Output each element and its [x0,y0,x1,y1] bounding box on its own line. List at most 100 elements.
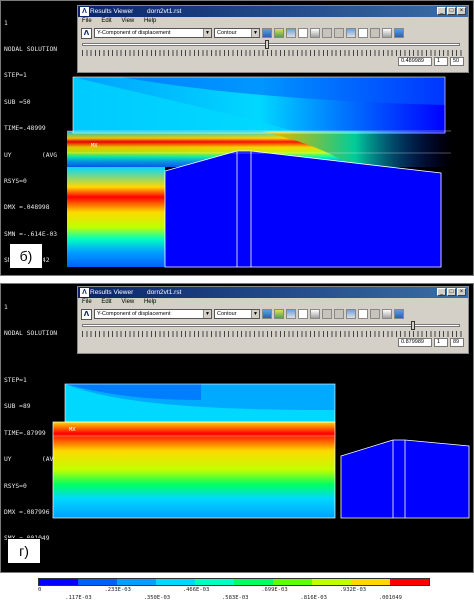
mx-marker: MX [69,427,76,433]
image-icon[interactable] [346,28,356,38]
panel-label-bottom: г) [7,538,41,564]
window-title: Results Viewer [90,289,134,296]
legend-label: .350E-03 [143,595,171,601]
time-readout: 0.879989 1 89 [78,338,468,347]
toolbar: Λ Y-Component of displacement ▼ Contour … [78,26,468,40]
legend-swatch [78,579,117,585]
window-titlebar[interactable]: Λ Results Viewer dorn2vt1.rst _ □ × [78,287,468,298]
minimize-icon[interactable]: _ [437,288,446,296]
slider-track [82,324,460,327]
menu-help[interactable]: Help [144,18,156,24]
report-icon[interactable] [394,309,404,319]
time-value-field[interactable]: 0.489989 [398,57,432,66]
slider-track [82,43,460,46]
maximize-icon[interactable]: □ [447,7,456,15]
result-item-select[interactable]: Y-Component of displacement ▼ [94,28,212,38]
menu-file[interactable]: File [82,18,92,24]
maximize-icon[interactable]: □ [447,288,456,296]
set-value-field[interactable]: 1 [434,57,448,66]
results-panel-top: 1 NODAL SOLUTION STEP=1 SUB =50 TIME=.48… [0,0,474,276]
list-icon[interactable] [298,28,308,38]
menu-edit[interactable]: Edit [101,299,111,305]
time-slider[interactable] [82,40,464,50]
ansys-logo-icon: Λ [81,308,92,320]
print-icon[interactable] [382,28,392,38]
set-value-field[interactable]: 1 [434,338,448,347]
window-controls: _ □ × [437,7,466,15]
legend-label: .699E-03 [261,587,288,593]
mx-marker: MX [91,143,98,149]
time-readout: 0.489989 1 50 [78,57,468,66]
workpiece [53,422,335,518]
capture-icon[interactable] [322,309,332,319]
workpiece-left [67,167,165,267]
menu-file[interactable]: File [82,299,92,305]
slider-ticks [82,331,464,337]
plot-mode-select[interactable]: Contour ▼ [214,28,260,38]
legend-label: .117E-03 [65,595,92,601]
plot-contour-icon[interactable] [262,28,272,38]
capture-icon[interactable] [322,28,332,38]
plot-mode-select[interactable]: Contour ▼ [214,309,260,319]
plot-vector-icon[interactable] [274,309,284,319]
panel-label-top: б) [9,243,43,269]
minimize-icon[interactable]: _ [437,7,446,15]
results-panel-bottom: 1 NODAL SOLUTION STEP=1 SUB =89 TIME=.87… [0,283,474,573]
table-icon[interactable] [358,28,368,38]
slider-thumb[interactable] [411,321,416,330]
legend-swatch [117,579,156,585]
list-icon[interactable] [298,309,308,319]
grid-icon[interactable] [370,309,380,319]
grid-icon[interactable] [370,28,380,38]
image-icon[interactable] [346,309,356,319]
menu-view[interactable]: View [121,18,134,24]
legend-swatch [351,579,390,585]
table-icon[interactable] [358,309,368,319]
result-item-select[interactable]: Y-Component of displacement ▼ [94,309,212,319]
toolbar: Λ Y-Component of displacement ▼ Contour … [78,307,468,321]
plot-vector-icon[interactable] [274,28,284,38]
window-controls: _ □ × [437,288,466,296]
window-titlebar[interactable]: Λ Results Viewer dorn2vt1.rst _ □ × [78,6,468,17]
results-viewer-window[interactable]: Λ Results Viewer dorn2vt1.rst _ □ × File… [77,286,469,354]
legend-swatch [390,579,429,585]
options-icon[interactable] [310,28,320,38]
menu-view[interactable]: View [121,299,134,305]
legend-label: .001049 [378,595,402,601]
window-title: Results Viewer [90,8,134,15]
plot-query-icon[interactable] [286,28,296,38]
results-viewer-window[interactable]: Λ Results Viewer dorn2vt1.rst _ □ × File… [77,5,469,73]
slider-thumb[interactable] [265,40,270,49]
time-slider[interactable] [82,321,464,331]
legend-swatch [312,579,351,585]
menu-edit[interactable]: Edit [101,18,111,24]
plot-contour-icon[interactable] [262,309,272,319]
menu-help[interactable]: Help [144,299,156,305]
chevron-down-icon: ▼ [251,310,259,318]
options-icon[interactable] [310,309,320,319]
ansys-logo-icon: Λ [81,27,92,39]
legend-swatch [39,579,78,585]
color-legend [38,578,430,586]
legend-swatch [195,579,234,585]
close-icon[interactable]: × [457,7,466,15]
ansys-logo-icon: Λ [80,7,89,16]
legend-swatch [156,579,195,585]
substep-value-field[interactable]: 50 [450,57,464,66]
print-icon[interactable] [382,309,392,319]
legend-swatch [234,579,273,585]
report-icon[interactable] [394,28,404,38]
legend-label: .583E-03 [222,595,249,601]
legend-label: .233E-03 [104,587,131,593]
animate-icon[interactable] [334,309,344,319]
plot-query-icon[interactable] [286,309,296,319]
animate-icon[interactable] [334,28,344,38]
substep-value-field[interactable]: 89 [450,338,464,347]
close-icon[interactable]: × [457,288,466,296]
time-value-field[interactable]: 0.879989 [398,338,432,347]
chevron-down-icon: ▼ [203,29,211,37]
window-filename: dorn2vt1.rst [147,289,182,296]
menu-bar: File Edit View Help [78,17,468,26]
menu-bar: File Edit View Help [78,298,468,307]
chevron-down-icon: ▼ [251,29,259,37]
